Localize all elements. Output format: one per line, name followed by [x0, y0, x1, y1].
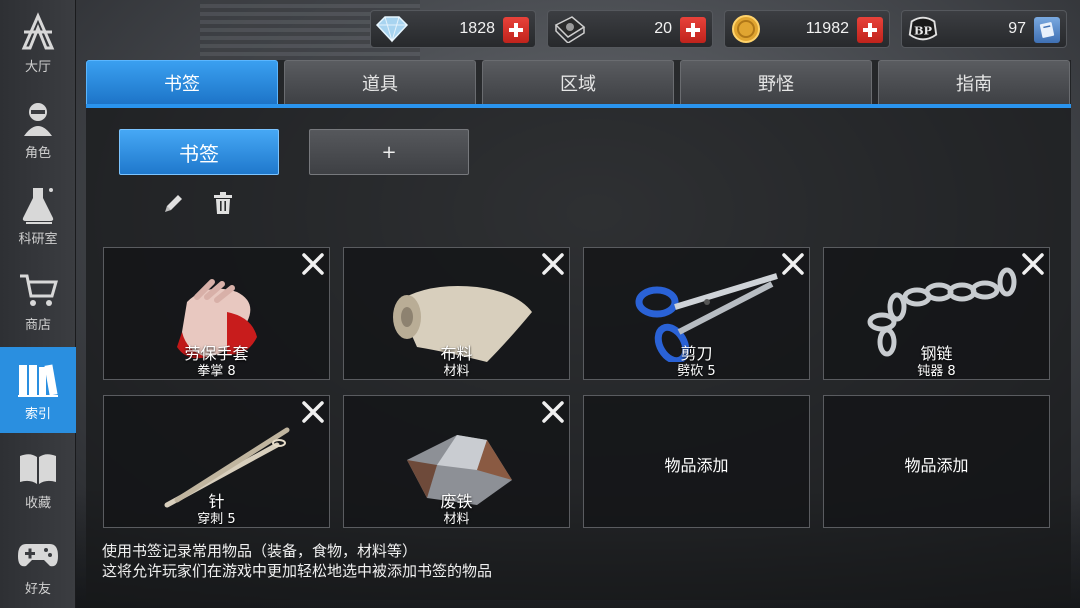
books-icon [16, 359, 60, 399]
remove-bookmark-button[interactable] [781, 252, 805, 276]
add-item-label: 物品添加 [664, 456, 729, 475]
sidebar-item-lobby[interactable]: 大厅 [0, 0, 76, 86]
sidebar-item-label: 索引 [24, 406, 51, 422]
sidebar-item-index[interactable]: 索引 [0, 347, 76, 433]
item-stat: 拳掌 8 [197, 364, 236, 379]
diamond-icon [375, 13, 409, 45]
add-bookmark-group-button[interactable]: + [309, 129, 469, 175]
sidebar-item-lab[interactable]: 科研室 [0, 172, 76, 258]
storage-counter: 20 [547, 10, 713, 48]
flask-icon [16, 184, 60, 224]
hard-drive-icon [552, 13, 586, 45]
remove-bookmark-button[interactable] [541, 252, 565, 276]
category-tabs: 书签 道具 区域 野怪 指南 [86, 60, 1071, 108]
index-panel: 书签 道具 区域 野怪 指南 书签 + 劳保手套 拳掌 8 布料 材料 剪刀 劈… [86, 60, 1071, 600]
item-stat: 劈砍 5 [677, 364, 716, 379]
remove-bookmark-button[interactable] [301, 400, 325, 424]
hint-line: 使用书签记录常用物品（装备，食物，材料等） [102, 542, 418, 560]
bookmark-item-card[interactable]: 剪刀 劈砍 5 [583, 247, 810, 380]
remove-bookmark-button[interactable] [1021, 252, 1045, 276]
bookmark-item-card[interactable]: 钢链 钝器 8 [823, 247, 1050, 380]
tab-monsters[interactable]: 野怪 [680, 60, 872, 104]
diamond-counter: 1828 [370, 10, 536, 48]
bp-value: 97 [1008, 20, 1026, 37]
add-diamond-button[interactable] [503, 17, 529, 43]
empty-bookmark-slot[interactable]: 物品添加 [583, 395, 810, 528]
remove-bookmark-button[interactable] [301, 252, 325, 276]
sidebar-item-shop[interactable]: 商店 [0, 258, 76, 344]
tab-items[interactable]: 道具 [284, 60, 476, 104]
coin-icon [729, 13, 763, 45]
add-storage-button[interactable] [680, 17, 706, 43]
add-item-label: 物品添加 [904, 456, 969, 475]
sidebar-item-label: 角色 [24, 145, 51, 161]
lobby-icon [16, 11, 60, 52]
bp-info-button[interactable] [1034, 17, 1060, 43]
edit-pencil-icon[interactable] [161, 190, 187, 216]
add-gold-button[interactable] [857, 17, 883, 43]
item-stat: 穿刺 5 [197, 512, 236, 527]
hint-line: 这将允许玩家们在游戏中更加轻松地选中被添加书签的物品 [102, 562, 493, 580]
bookmark-item-card[interactable]: 针 穿刺 5 [103, 395, 330, 528]
sidebar-item-label: 大厅 [24, 59, 51, 75]
sidebar-item-character[interactable]: 角色 [0, 86, 76, 172]
svg-text:BP: BP [914, 24, 933, 38]
storage-value: 20 [654, 20, 672, 37]
bookmark-group-button[interactable]: 书签 [119, 129, 279, 175]
tab-underline [86, 104, 1071, 108]
bookmark-hint: 使用书签记录常用物品（装备，食物，材料等） 这将允许玩家们在游戏中更加轻松地选中… [102, 541, 492, 581]
tab-areas[interactable]: 区域 [482, 60, 674, 104]
book-icon [16, 448, 60, 488]
item-stat: 钝器 8 [917, 364, 956, 379]
cart-icon [16, 270, 60, 310]
gold-value: 11982 [805, 20, 849, 37]
sidebar-item-label: 收藏 [24, 495, 51, 511]
gold-counter: 11982 [724, 10, 890, 48]
sidebar: 大厅 角色 科研室 商店 索引 收藏 好友 [0, 0, 76, 608]
remove-bookmark-button[interactable] [541, 400, 565, 424]
sidebar-item-label: 商店 [24, 317, 51, 333]
bookmark-item-card[interactable]: 布料 材料 [343, 247, 570, 380]
diamond-value: 1828 [459, 20, 495, 37]
sidebar-item-label: 好友 [24, 581, 51, 597]
bp-badge-icon: BP [906, 13, 940, 45]
bp-counter: BP 97 [901, 10, 1067, 48]
trash-icon[interactable] [210, 190, 236, 216]
tab-guide[interactable]: 指南 [878, 60, 1070, 104]
bookmark-item-card[interactable]: 废铁 材料 [343, 395, 570, 528]
tab-bookmarks[interactable]: 书签 [86, 60, 278, 104]
sidebar-item-collection[interactable]: 收藏 [0, 436, 76, 522]
character-icon [16, 98, 60, 138]
item-stat: 材料 [443, 364, 470, 379]
sidebar-item-label: 科研室 [18, 231, 58, 247]
gamepad-icon [16, 534, 60, 574]
empty-bookmark-slot[interactable]: 物品添加 [823, 395, 1050, 528]
sidebar-item-friends[interactable]: 好友 [0, 522, 76, 608]
bookmark-item-card[interactable]: 劳保手套 拳掌 8 [103, 247, 330, 380]
item-stat: 材料 [443, 512, 470, 527]
